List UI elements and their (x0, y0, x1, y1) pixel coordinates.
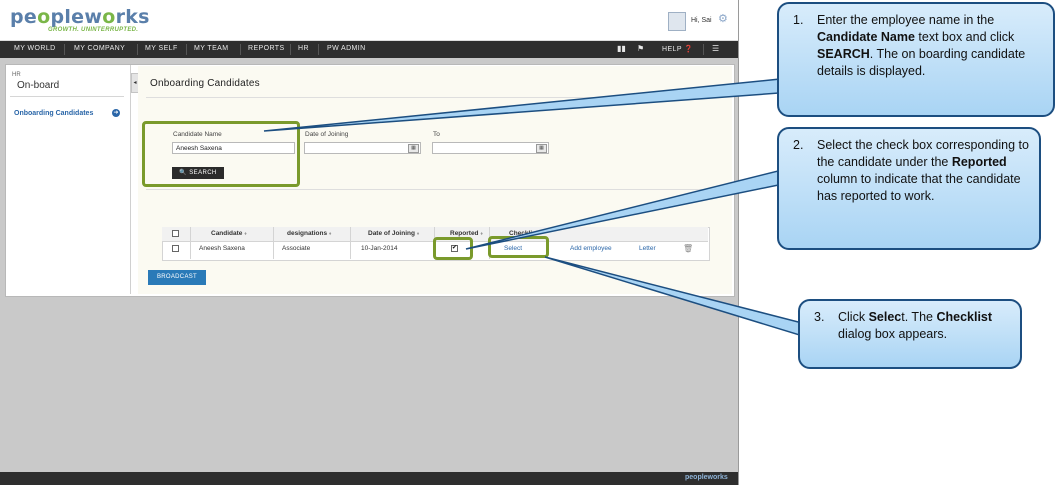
callout-emphasis: SEARCH (817, 47, 870, 61)
callout-2-pointer (465, 167, 794, 250)
callout-text: Enter the employee name in the (817, 13, 995, 27)
callout-text: Click (838, 310, 869, 324)
callout-emphasis: Candidate Name (817, 30, 915, 44)
callout-emphasis: Checklist (936, 310, 993, 324)
callout-number: 3. (814, 310, 825, 324)
callout-3-pointer (544, 256, 811, 338)
callout-text: t. The (901, 310, 937, 324)
callout-step-2: 2. Select the check box corresponding to… (777, 127, 1041, 250)
callout-text: dialog box appears. (838, 327, 948, 341)
callout-number: 2. (793, 138, 804, 152)
callout-number: 1. (793, 13, 804, 27)
callout-1-pointer (263, 77, 794, 132)
callout-emphasis: Selec (868, 310, 902, 324)
callout-text: column to indicate that the candidate ha… (817, 172, 1021, 203)
callout-text: text box and click (914, 30, 1015, 44)
callout-emphasis: Reported (951, 155, 1007, 169)
callout-step-1: 1. Enter the employee name in the Candid… (777, 2, 1055, 117)
callout-step-3: 3. Click Select. The Checklist dialog bo… (798, 299, 1022, 369)
